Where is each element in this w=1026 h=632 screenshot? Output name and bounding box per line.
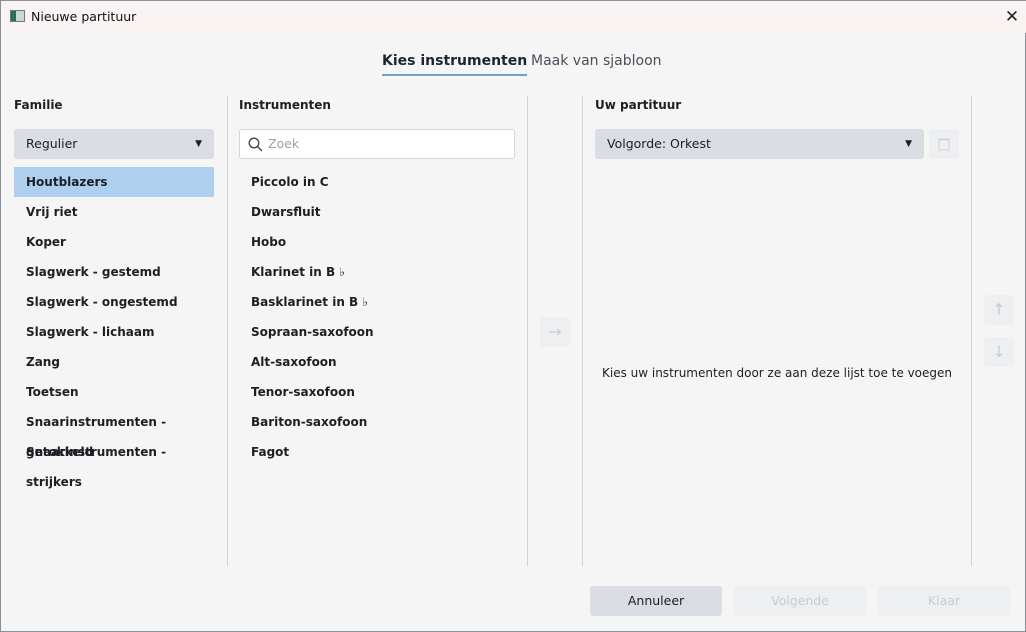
family-item[interactable]: Snaarinstrumenten - strijkers <box>14 437 214 489</box>
family-item[interactable]: Slagwerk - gestemd <box>14 257 214 287</box>
move-up-button[interactable]: ↑ <box>984 295 1014 325</box>
trash-icon <box>938 138 950 151</box>
family-dropdown[interactable]: Regulier ▼ <box>14 129 214 159</box>
instrument-item[interactable]: Dwarsfluit <box>239 197 515 227</box>
family-dropdown-value: Regulier <box>26 136 78 151</box>
arrow-up-icon: ↑ <box>992 300 1006 319</box>
order-dropdown[interactable]: Volgorde: Orkest ▼ <box>595 129 924 159</box>
delete-button[interactable] <box>929 129 959 159</box>
arrow-right-icon: → <box>548 322 562 341</box>
instrument-item[interactable]: Basklarinet in B ♭ <box>239 287 515 317</box>
done-button[interactable]: Klaar <box>878 586 1010 616</box>
family-item[interactable]: Toetsen <box>14 377 214 407</box>
family-item[interactable]: Slagwerk - ongestemd <box>14 287 214 317</box>
instrument-item[interactable]: Bariton-saxofoon <box>239 407 515 437</box>
app-icon <box>10 10 25 22</box>
instrument-item[interactable]: Fagot <box>239 437 515 467</box>
search-field[interactable] <box>239 129 515 159</box>
title-bar <box>1 1 1026 33</box>
family-item[interactable]: Houtblazers <box>14 167 214 197</box>
tab-choose-instruments[interactable]: Kies instrumenten <box>382 53 528 76</box>
cancel-button[interactable]: Annuleer <box>590 586 722 616</box>
divider <box>527 96 528 566</box>
close-icon[interactable]: ✕ <box>1001 6 1023 28</box>
score-header: Uw partituur <box>595 98 682 112</box>
instrument-item[interactable]: Klarinet in B ♭ <box>239 257 515 287</box>
instrument-item[interactable]: Sopraan-saxofoon <box>239 317 515 347</box>
family-item[interactable]: Slagwerk - lichaam <box>14 317 214 347</box>
add-to-score-button[interactable]: → <box>540 317 570 347</box>
instruments-header: Instrumenten <box>239 98 331 112</box>
family-item[interactable]: Vrij riet <box>14 197 214 227</box>
next-button[interactable]: Volgende <box>734 586 866 616</box>
tab-from-template[interactable]: Maak van sjabloon <box>531 53 662 69</box>
instrument-item[interactable]: Alt-saxofoon <box>239 347 515 377</box>
instrument-item[interactable]: Tenor-saxofoon <box>239 377 515 407</box>
chevron-down-icon: ▼ <box>905 139 912 149</box>
family-list: Houtblazers Vrij riet Koper Slagwerk - gest… <box>14 167 214 489</box>
divider <box>582 96 583 566</box>
family-item[interactable]: Zang <box>14 347 214 377</box>
search-input[interactable] <box>268 136 508 151</box>
family-item[interactable]: Koper <box>14 227 214 257</box>
family-header: Familie <box>14 98 63 112</box>
instrument-list: Piccolo in C Dwarsfluit Hobo Klarinet in B … <box>239 167 515 467</box>
move-down-button[interactable]: ↓ <box>984 337 1014 367</box>
window-title: Nieuwe partituur <box>31 9 137 24</box>
arrow-down-icon: ↓ <box>992 342 1006 361</box>
divider <box>227 96 228 566</box>
chevron-down-icon: ▼ <box>195 139 202 149</box>
divider <box>971 96 972 566</box>
empty-score-message: Kies uw instrumenten door ze aan deze li… <box>601 366 953 380</box>
instrument-item[interactable]: Piccolo in C <box>239 167 515 197</box>
family-item[interactable]: Snaarinstrumenten - getokkeld <box>14 407 214 459</box>
instrument-item[interactable]: Hobo <box>239 227 515 257</box>
search-icon <box>248 137 263 152</box>
order-dropdown-value: Volgorde: Orkest <box>607 136 711 151</box>
